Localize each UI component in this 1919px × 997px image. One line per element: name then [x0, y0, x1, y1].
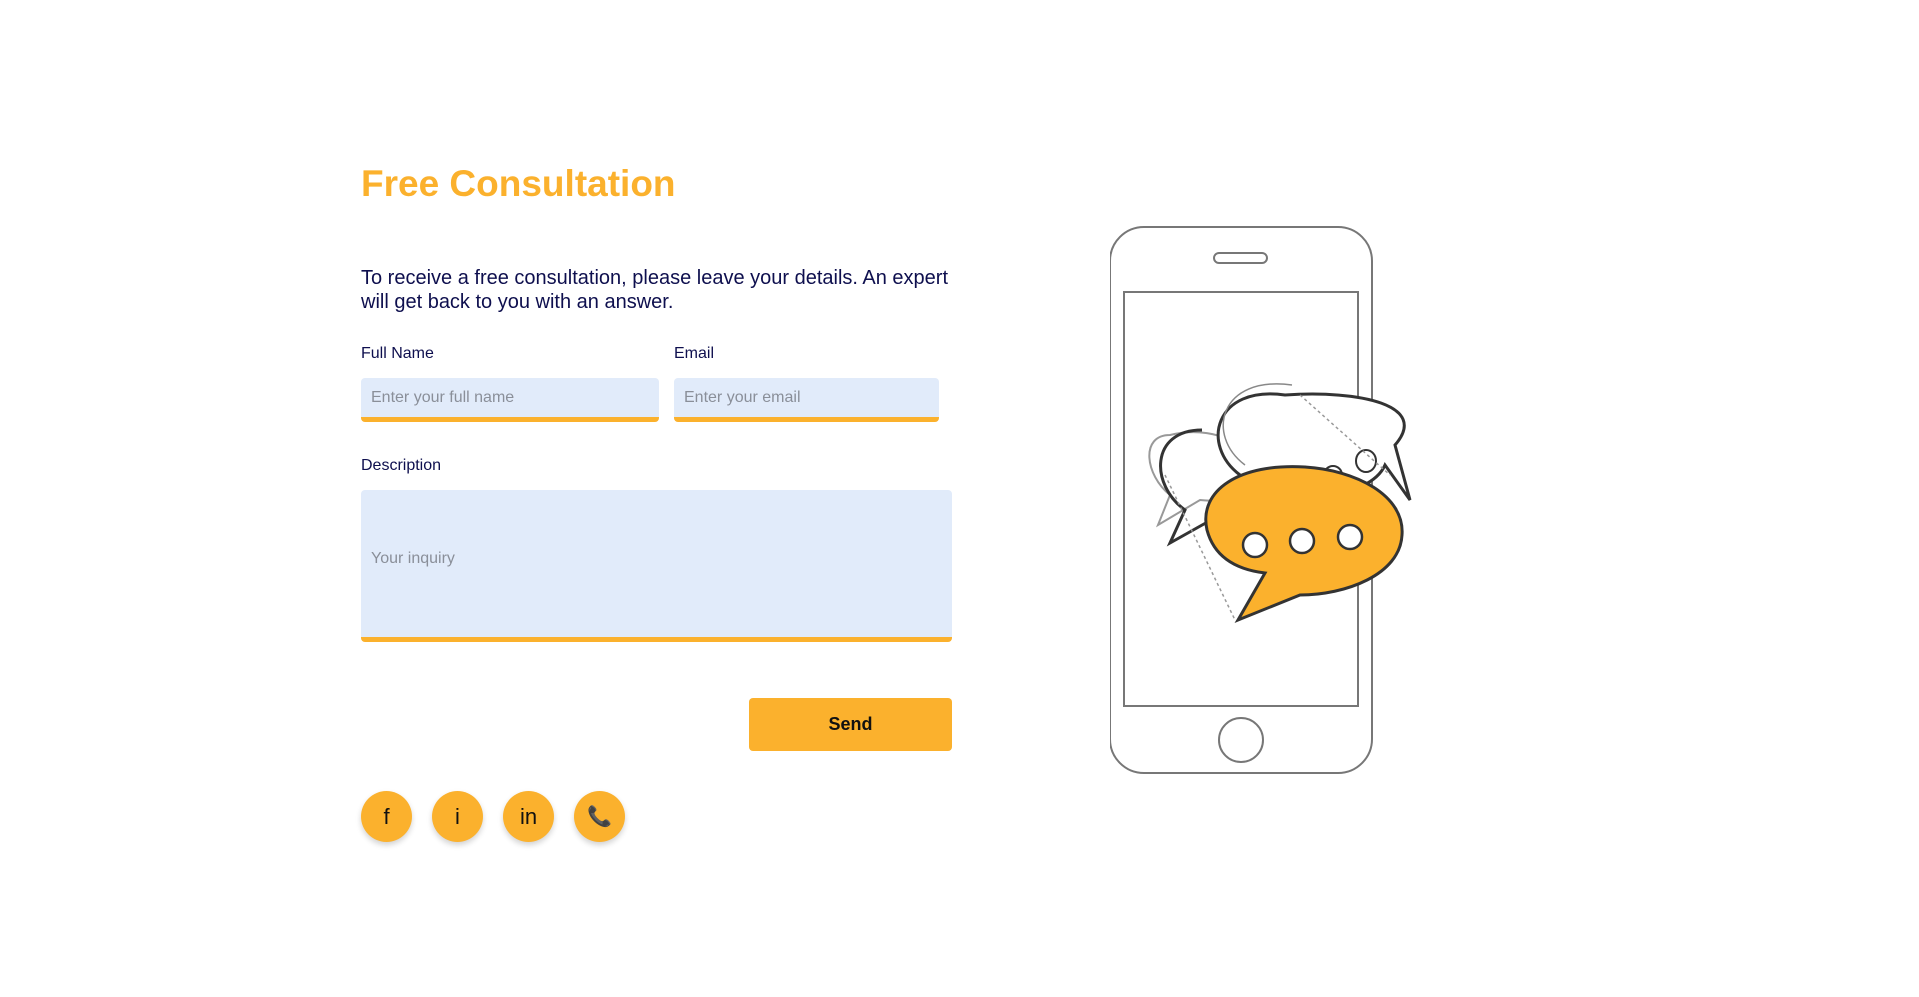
send-button[interactable]: Send	[749, 698, 952, 751]
facebook-icon[interactable]: f	[361, 791, 412, 842]
bubble-dot-icon	[1288, 527, 1316, 555]
bubble-dot-icon	[1336, 523, 1364, 551]
instagram-icon[interactable]: i	[432, 791, 483, 842]
description-label: Description	[361, 457, 442, 474]
full-name-label: Full Name	[361, 345, 434, 362]
email-label: Email	[674, 345, 715, 362]
page-title: Free Consultation	[361, 163, 676, 204]
full-name-input[interactable]	[361, 378, 659, 422]
linkedin-icon[interactable]: in	[503, 791, 554, 842]
consultation-page: Free Consultation To receive a free cons…	[0, 0, 1919, 997]
bubble-dot-icon	[1355, 449, 1377, 473]
phone-chat-illustration	[1110, 226, 1412, 774]
description-textarea[interactable]	[361, 490, 952, 642]
bubble-dot-icon	[1241, 531, 1269, 559]
phone-icon[interactable]: 📞	[574, 791, 625, 842]
intro-text: To receive a free consultation, please l…	[361, 267, 949, 313]
email-input[interactable]	[674, 378, 939, 422]
social-links: f i in 📞	[361, 791, 625, 842]
